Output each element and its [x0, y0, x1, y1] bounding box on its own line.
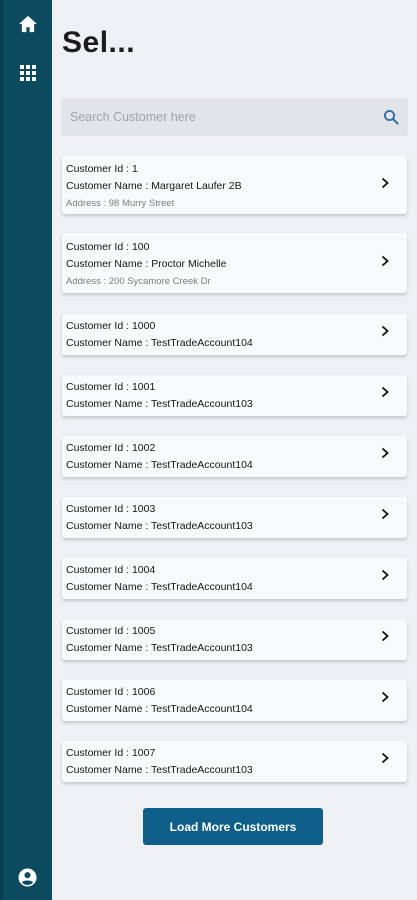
- customer-card[interactable]: Customer Id : 1004 Customer Name : TestT…: [62, 558, 407, 599]
- customer-id: Customer Id : 1005: [66, 625, 156, 637]
- search-icon[interactable]: [383, 109, 399, 125]
- load-more-button[interactable]: Load More Customers: [143, 808, 323, 845]
- customer-id: Customer Id : 100: [66, 241, 150, 253]
- customer-card[interactable]: Customer Id : 100 Customer Name : Procto…: [62, 233, 407, 293]
- customer-name: Customer Name : TestTradeAccount103: [66, 398, 253, 410]
- customer-id: Customer Id : 1: [66, 163, 138, 175]
- chevron-right-icon: [381, 630, 389, 642]
- customer-name: Customer Name : TestTradeAccount103: [66, 642, 253, 654]
- customer-card[interactable]: Customer Id : 1000 Customer Name : TestT…: [62, 314, 407, 355]
- customer-id: Customer Id : 1007: [66, 747, 156, 759]
- chevron-right-icon: [381, 255, 389, 267]
- home-icon: [18, 15, 37, 33]
- customer-id: Customer Id : 1000: [66, 320, 156, 332]
- chevron-right-icon: [381, 691, 389, 703]
- customer-name: Customer Name : TestTradeAccount104: [66, 581, 253, 593]
- chevron-right-icon: [381, 569, 389, 581]
- customer-name: Customer Name : TestTradeAccount104: [66, 459, 253, 471]
- customer-card[interactable]: Customer Id : 1003 Customer Name : TestT…: [62, 497, 407, 538]
- customer-card[interactable]: Customer Id : 1001 Customer Name : TestT…: [62, 375, 407, 416]
- customer-card[interactable]: Customer Id : 1002 Customer Name : TestT…: [62, 436, 407, 477]
- chevron-right-icon: [381, 386, 389, 398]
- customer-name: Customer Name : Proctor Michelle: [66, 258, 227, 270]
- chevron-right-icon: [381, 447, 389, 459]
- customer-id: Customer Id : 1006: [66, 686, 156, 698]
- customer-address: Address : 98 Murry Street: [66, 198, 175, 209]
- chevron-right-icon: [381, 752, 389, 764]
- customer-name: Customer Name : TestTradeAccount104: [66, 703, 253, 715]
- customer-name: Customer Name : TestTradeAccount103: [66, 764, 253, 776]
- chevron-right-icon: [381, 508, 389, 520]
- customer-card[interactable]: Customer Id : 1007 Customer Name : TestT…: [62, 741, 407, 782]
- chevron-right-icon: [381, 325, 389, 337]
- customer-card[interactable]: Customer Id : 1005 Customer Name : TestT…: [62, 619, 407, 660]
- account-icon: [18, 867, 37, 887]
- customer-card[interactable]: Customer Id : 1 Customer Name : Margaret…: [62, 155, 407, 214]
- main-content: Sel... Customer Id : 1 Customer Name : M…: [52, 0, 417, 900]
- customer-id: Customer Id : 1002: [66, 442, 156, 454]
- side-rail: [0, 0, 52, 900]
- search-bar: [61, 98, 408, 136]
- account-button[interactable]: [3, 857, 52, 897]
- customer-id: Customer Id : 1001: [66, 381, 156, 393]
- home-button[interactable]: [3, 4, 52, 44]
- customer-id: Customer Id : 1004: [66, 564, 156, 576]
- grid-icon: [19, 65, 36, 81]
- apps-button[interactable]: [3, 53, 52, 93]
- customer-name: Customer Name : TestTradeAccount104: [66, 337, 253, 349]
- customer-address: Address : 200 Sycamore Creek Dr: [66, 276, 211, 287]
- customer-card[interactable]: Customer Id : 1006 Customer Name : TestT…: [62, 680, 407, 721]
- customer-id: Customer Id : 1003: [66, 503, 156, 515]
- search-input[interactable]: [61, 98, 371, 136]
- customer-name: Customer Name : TestTradeAccount103: [66, 520, 253, 532]
- customer-name: Customer Name : Margaret Laufer 2B: [66, 180, 242, 192]
- chevron-right-icon: [381, 177, 389, 189]
- page-title: Sel...: [62, 26, 136, 59]
